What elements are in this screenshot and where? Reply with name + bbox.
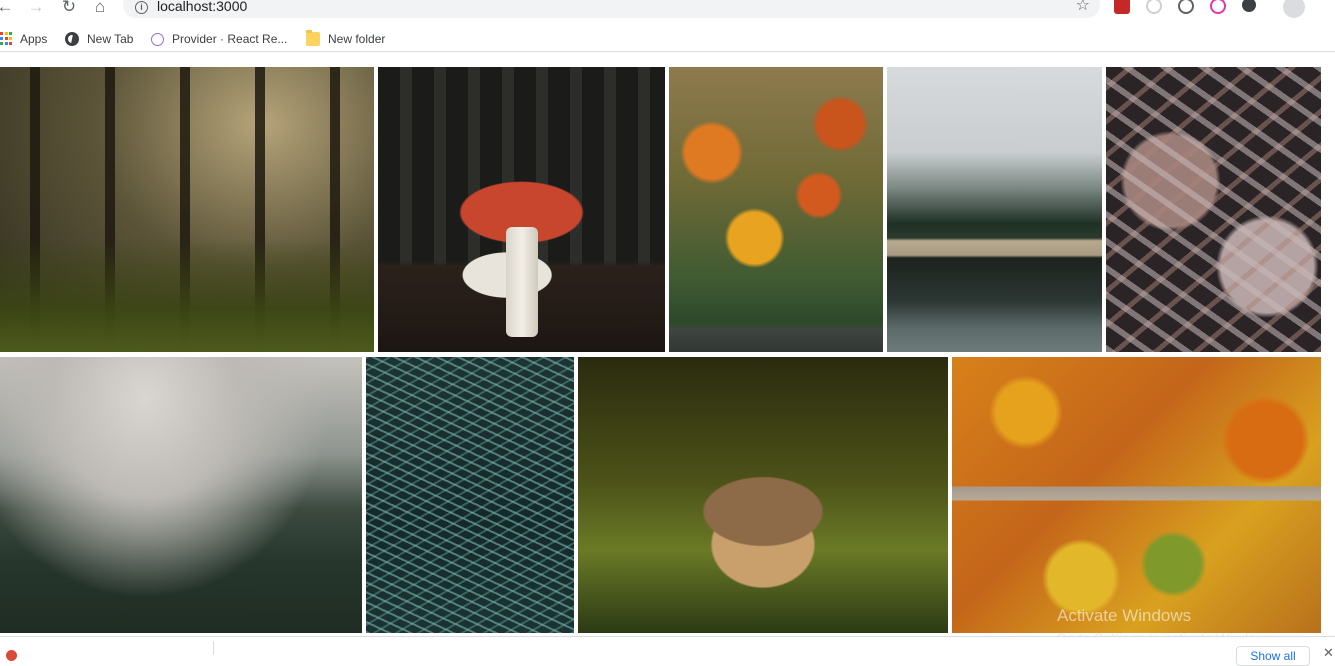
photo-gallery — [0, 0, 1335, 654]
back-arrow-icon[interactable]: ← — [0, 0, 16, 18]
bookmarks-bar: Apps New Tab Provider · React Re... New … — [0, 27, 1335, 52]
download-item-icon[interactable] — [6, 650, 17, 661]
download-divider — [213, 641, 214, 655]
bookmark-new-folder[interactable]: New folder — [306, 30, 386, 47]
react-devtools-icon[interactable] — [1114, 0, 1130, 14]
folder-icon — [306, 30, 320, 46]
graphql-icon — [151, 32, 164, 46]
photo-pine-branches[interactable] — [366, 357, 574, 633]
url-text[interactable]: localhost:3000 — [157, 0, 247, 14]
show-all-button[interactable]: Show all — [1236, 646, 1310, 666]
bookmark-label: Apps — [20, 32, 48, 46]
bookmark-label: New folder — [328, 32, 386, 46]
close-icon[interactable]: ✕ — [1323, 645, 1334, 661]
photo-autumn-hillside[interactable] — [669, 67, 883, 352]
photo-acorn[interactable] — [578, 357, 948, 633]
bookmark-label: New Tab — [87, 32, 134, 46]
photo-foggy-lake[interactable] — [887, 67, 1102, 352]
bookmark-new-tab[interactable]: New Tab — [65, 31, 133, 47]
browser-toolbar: ← → ↻ ⌂ i localhost:3000 ☆ — [0, 0, 1335, 20]
download-shelf: Show all ✕ — [0, 636, 1335, 666]
photo-sunlit-forest[interactable] — [0, 67, 374, 352]
profile-avatar-icon[interactable] — [1283, 0, 1305, 18]
photo-aerial-autumn-road[interactable] — [952, 357, 1321, 633]
apps-grid-icon — [0, 32, 12, 46]
activate-windows-title: Activate Windows — [1057, 606, 1192, 625]
address-bar[interactable]: i localhost:3000 ☆ — [123, 0, 1100, 18]
globe-icon — [65, 32, 79, 46]
site-info-icon[interactable]: i — [135, 1, 148, 14]
bookmark-apps[interactable]: Apps — [0, 31, 47, 47]
circle-extension-icon[interactable] — [1242, 0, 1256, 12]
reload-icon[interactable]: ↻ — [58, 0, 80, 18]
forward-arrow-icon[interactable]: → — [25, 0, 47, 18]
home-icon[interactable]: ⌂ — [89, 0, 111, 18]
bookmark-star-icon[interactable]: ☆ — [1076, 0, 1090, 14]
timer-icon[interactable] — [1146, 0, 1162, 14]
graphql-icon[interactable] — [1210, 0, 1226, 14]
download-icon[interactable] — [1178, 0, 1194, 14]
photo-oak-leaves[interactable] — [1106, 67, 1321, 352]
bookmark-provider-react[interactable]: Provider · React Re... — [151, 31, 287, 47]
bookmark-label: Provider · React Re... — [172, 32, 288, 46]
photo-red-mushroom[interactable] — [378, 67, 665, 352]
photo-misty-pine-forest[interactable] — [0, 357, 362, 633]
